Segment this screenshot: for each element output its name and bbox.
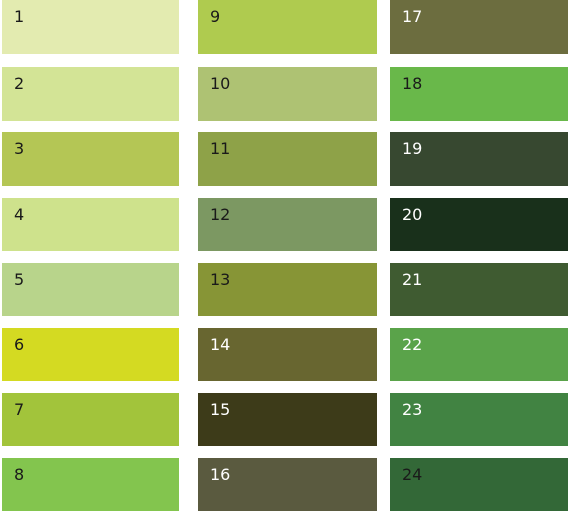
swatch-15: 15 [198,393,377,446]
swatch-17: 17 [390,0,568,54]
swatch-5: 5 [2,263,179,316]
swatch-number: 1 [14,7,25,26]
swatch-number: 3 [14,139,25,158]
swatch-13: 13 [198,263,377,316]
swatch-number: 9 [210,7,221,26]
swatch-19: 19 [390,132,568,186]
swatch-number: 18 [402,74,423,93]
swatch-number: 7 [14,400,25,419]
swatch-3: 3 [2,132,179,186]
swatch-number: 22 [402,335,423,354]
swatch-number: 20 [402,205,423,224]
swatch-18: 18 [390,67,568,121]
swatch-23: 23 [390,393,568,446]
swatch-number: 17 [402,7,423,26]
swatch-number: 10 [210,74,231,93]
swatch-12: 12 [198,198,377,251]
swatch-6: 6 [2,328,179,381]
swatch-14: 14 [198,328,377,381]
swatch-number: 24 [402,465,423,484]
swatch-number: 23 [402,400,423,419]
swatch-number: 8 [14,465,25,484]
swatch-21: 21 [390,263,568,316]
swatch-22: 22 [390,328,568,381]
swatch-9: 9 [198,0,377,54]
swatch-number: 21 [402,270,423,289]
swatch-8: 8 [2,458,179,511]
swatch-10: 10 [198,67,377,121]
swatch-7: 7 [2,393,179,446]
color-swatch-grid: 1 2 3 4 5 6 7 8 9 10 11 12 13 14 15 16 17 18 19 20 21 22 23 24 [0,0,570,512]
swatch-2: 2 [2,67,179,121]
swatch-number: 11 [210,139,231,158]
swatch-1: 1 [2,0,179,54]
swatch-number: 16 [210,465,231,484]
swatch-number: 4 [14,205,25,224]
swatch-number: 14 [210,335,231,354]
swatch-4: 4 [2,198,179,251]
swatch-number: 19 [402,139,423,158]
swatch-number: 6 [14,335,25,354]
swatch-20: 20 [390,198,568,251]
swatch-number: 15 [210,400,231,419]
swatch-16: 16 [198,458,377,511]
swatch-number: 5 [14,270,25,289]
swatch-number: 13 [210,270,231,289]
swatch-number: 2 [14,74,25,93]
swatch-24: 24 [390,458,568,511]
swatch-number: 12 [210,205,231,224]
swatch-11: 11 [198,132,377,186]
